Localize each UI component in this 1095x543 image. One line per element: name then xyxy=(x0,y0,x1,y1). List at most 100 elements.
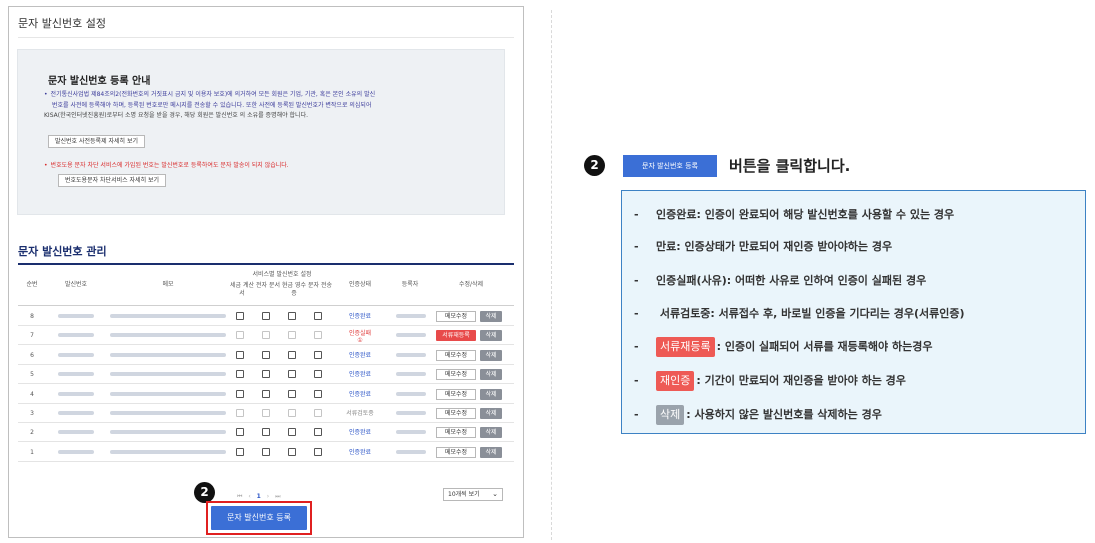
masked-memo xyxy=(110,314,226,318)
service-checkbox[interactable] xyxy=(236,312,244,320)
legend-text: 인증완료: 인증이 완료되어 해당 발신번호를 사용할 수 있는 경우 xyxy=(656,208,955,221)
service-checkbox[interactable] xyxy=(262,409,270,417)
row-no: 2 xyxy=(30,429,34,437)
service-checkbox[interactable] xyxy=(236,350,244,359)
redo-documents-button[interactable]: 서류재등록 xyxy=(436,330,476,342)
status-cell[interactable]: 인증완료 xyxy=(340,307,380,326)
dash: - xyxy=(634,340,639,353)
step-badge: 2 xyxy=(584,155,605,176)
guide-line: • 전기통신사업법 제84조의2(전화번호의 거짓표시 금지 및 이용자 보호)에… xyxy=(44,90,496,101)
delete-button[interactable]: 삭제 xyxy=(480,408,502,419)
status-cell[interactable]: 인증실패 ① xyxy=(340,330,380,344)
service-checkbox[interactable] xyxy=(236,331,244,340)
service-checkbox[interactable] xyxy=(262,389,270,398)
service-checkbox[interactable] xyxy=(288,447,296,456)
service-checkbox[interactable] xyxy=(262,428,270,437)
table-row: 6 인증완료 메모수정 삭제 xyxy=(18,346,514,365)
service-checkbox[interactable] xyxy=(236,370,244,379)
first-page-icon[interactable]: ⏮ xyxy=(237,493,244,500)
pagination: ⏮ ‹ 1 › ⏭ xyxy=(237,493,283,501)
edit-memo-button[interactable]: 메모수정 xyxy=(436,311,476,322)
masked-number xyxy=(58,372,94,377)
edit-memo-button[interactable]: 메모수정 xyxy=(436,427,476,439)
service-checkbox[interactable] xyxy=(262,312,270,320)
service-checkbox[interactable] xyxy=(288,331,296,340)
legend-text: 만료: 인증상태가 만료되어 재인증 받아야하는 경우 xyxy=(656,240,893,253)
service-checkbox[interactable] xyxy=(314,331,322,340)
col-header-no: 순번 xyxy=(26,281,38,288)
service-checkbox[interactable] xyxy=(314,428,322,437)
status-cell[interactable]: 인증완료 xyxy=(340,385,380,404)
masked-registrar xyxy=(396,391,426,396)
dash: - xyxy=(634,240,639,253)
service-checkbox[interactable] xyxy=(236,428,244,437)
prev-page-icon[interactable]: ‹ xyxy=(248,493,252,500)
info-icon: ① xyxy=(357,337,363,345)
bullet-icon: • xyxy=(44,162,48,169)
masked-number xyxy=(58,314,94,318)
divider xyxy=(18,37,514,38)
edit-memo-button[interactable]: 메모수정 xyxy=(436,408,476,419)
service-checkbox[interactable] xyxy=(314,350,322,359)
delete-button[interactable]: 삭제 xyxy=(480,311,502,322)
masked-memo xyxy=(110,352,226,357)
table-row: 1 인증완료 메모수정 삭제 xyxy=(18,443,514,462)
legend-item: - 서류검토중: 서류접수 후, 바로빌 인증을 기다리는 경우(서류인증) xyxy=(634,304,965,324)
service-checkbox[interactable] xyxy=(236,409,244,417)
edit-memo-button[interactable]: 메모수정 xyxy=(436,369,476,381)
legend-text: : 인증이 실패되어 서류를 재등록해야 하는경우 xyxy=(716,340,933,353)
legend-headline: 버튼을 클릭합니다. xyxy=(729,157,851,175)
masked-number xyxy=(58,352,94,357)
edit-memo-button[interactable]: 메모수정 xyxy=(436,446,476,458)
edit-memo-button[interactable]: 메모수정 xyxy=(436,388,476,400)
spoof-block-details-button[interactable]: 번호도용문자 차단서비스 자세히 보기 xyxy=(58,174,167,187)
masked-registrar xyxy=(396,352,426,357)
delete-button[interactable]: 삭제 xyxy=(480,349,502,361)
masked-registrar xyxy=(396,449,426,454)
service-checkbox[interactable] xyxy=(262,447,270,456)
status-cell[interactable]: 서류검토중 xyxy=(340,404,380,423)
service-checkbox[interactable] xyxy=(262,370,270,379)
service-checkbox[interactable] xyxy=(314,409,322,417)
service-checkbox[interactable] xyxy=(288,428,296,437)
row-no: 7 xyxy=(30,332,34,340)
current-page[interactable]: 1 xyxy=(257,493,263,500)
status-cell[interactable]: 인증완료 xyxy=(340,423,380,442)
legend-item: - 재인증: 기간이 만료되어 재인증을 받아야 하는 경우 xyxy=(634,371,906,391)
sender-number-settings-panel: 문자 발신번호 설정 문자 발신번호 등록 안내 • 전기통신사업법 제84조의2… xyxy=(8,6,524,538)
masked-registrar xyxy=(396,314,426,318)
delete-button[interactable]: 삭제 xyxy=(480,446,502,458)
service-checkbox[interactable] xyxy=(288,409,296,417)
delete-button[interactable]: 삭제 xyxy=(480,427,502,439)
service-checkbox[interactable] xyxy=(288,389,296,398)
row-no: 1 xyxy=(30,448,34,456)
table-row: 5 인증완료 메모수정 삭제 xyxy=(18,365,514,385)
status-cell[interactable]: 인증완료 xyxy=(340,443,380,462)
status-cell[interactable]: 인증완료 xyxy=(340,346,380,365)
tag-reauth: 재인증 xyxy=(656,371,695,391)
service-checkbox[interactable] xyxy=(262,331,270,340)
status-cell[interactable]: 인증완료 xyxy=(340,365,380,384)
service-checkbox[interactable] xyxy=(236,389,244,398)
delete-button[interactable]: 삭제 xyxy=(480,388,502,400)
service-checkbox[interactable] xyxy=(288,350,296,359)
service-checkbox[interactable] xyxy=(288,312,296,320)
service-checkbox[interactable] xyxy=(314,447,322,456)
service-checkbox[interactable] xyxy=(314,370,322,379)
service-checkbox[interactable] xyxy=(288,370,296,379)
next-page-icon[interactable]: › xyxy=(267,493,271,500)
delete-button[interactable]: 삭제 xyxy=(480,369,502,381)
table-row: 8 인증완료 메모수정 삭제 xyxy=(18,307,514,326)
service-checkbox[interactable] xyxy=(262,350,270,359)
presubmission-details-button[interactable]: 발신번호 사전등록제 자세히 보기 xyxy=(48,135,146,148)
service-checkbox[interactable] xyxy=(236,447,244,456)
page-size-select[interactable]: 10개씩 보기 ⌄ xyxy=(443,488,503,501)
last-page-icon[interactable]: ⏭ xyxy=(275,493,282,500)
service-checkbox[interactable] xyxy=(314,389,322,398)
edit-memo-button[interactable]: 메모수정 xyxy=(436,349,476,361)
table-row: 3 서류검토중 메모수정 삭제 xyxy=(18,404,514,423)
col-header-number: 발신번호 xyxy=(64,281,88,288)
delete-button[interactable]: 삭제 xyxy=(480,330,502,342)
register-sender-number-button[interactable]: 문자 발신번호 등록 xyxy=(211,506,307,530)
service-checkbox[interactable] xyxy=(314,312,322,320)
